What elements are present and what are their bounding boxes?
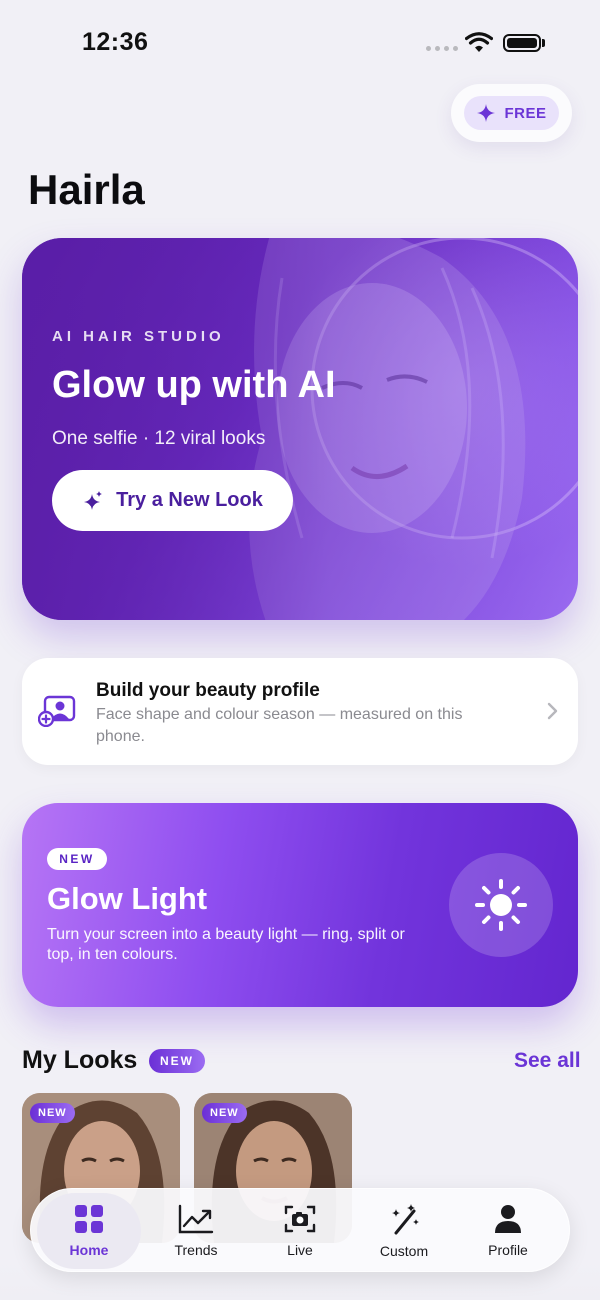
look-new-badge: NEW (202, 1103, 247, 1123)
camera-icon (284, 1205, 316, 1233)
try-new-look-label: Try a New Look (116, 489, 263, 511)
my-looks-new-badge: NEW (149, 1049, 205, 1073)
battery-icon (503, 34, 541, 52)
my-looks-title: My Looks (22, 1046, 138, 1074)
chevron-right-icon (547, 702, 558, 720)
cellular-signal-icon (426, 46, 458, 51)
sparkles-icon (84, 490, 103, 510)
app-title: Hairla (28, 166, 145, 213)
wifi-icon (465, 32, 493, 52)
glow-light-title: Glow Light (47, 881, 208, 916)
tab-home[interactable]: Home (37, 1193, 141, 1269)
free-pill: FREE (464, 96, 559, 130)
tab-live-label: Live (287, 1242, 313, 1258)
grid-icon (75, 1205, 103, 1233)
free-plan-button[interactable]: FREE (451, 84, 572, 142)
sparkle-icon (477, 104, 496, 122)
tab-bar: Home Trends Live Custom Profile (30, 1188, 570, 1272)
hero-eyebrow: AI HAIR STUDIO (52, 328, 225, 345)
tab-custom-label: Custom (379, 1243, 429, 1259)
battery-tip (542, 39, 545, 47)
status-time: 12:36 (82, 28, 149, 56)
try-new-look-button[interactable]: Try a New Look (52, 470, 293, 531)
hero-card[interactable]: AI HAIR STUDIO Glow up with AI One selfi… (22, 238, 578, 620)
glow-light-button[interactable] (449, 853, 553, 957)
tab-profile[interactable]: Profile (456, 1189, 560, 1273)
glow-light-description: Turn your screen into a beauty light — r… (47, 926, 405, 963)
home-screen: 12:36 FREE Hairla AI HAIR STUDIO Glow up… (0, 0, 600, 1300)
free-label: FREE (504, 104, 547, 122)
person-icon (495, 1205, 521, 1233)
tab-profile-label: Profile (488, 1242, 528, 1258)
magic-wand-icon (392, 1204, 419, 1235)
tab-trends[interactable]: Trends (144, 1189, 248, 1273)
sun-icon (475, 879, 527, 931)
trend-chart-icon (178, 1204, 214, 1234)
see-all-link[interactable]: See all (514, 1049, 581, 1073)
status-bar: 12:36 (0, 0, 600, 86)
look-new-badge: NEW (30, 1103, 75, 1123)
tab-custom[interactable]: Custom (352, 1189, 456, 1273)
glow-light-new-badge: NEW (47, 848, 107, 870)
hero-subtitle: One selfie · 12 viral looks (52, 428, 266, 449)
hero-title: Glow up with AI (52, 364, 336, 406)
beauty-profile-card[interactable]: Build your beauty profile Face shape and… (22, 658, 578, 765)
add-portrait-icon (38, 695, 76, 727)
glow-light-card[interactable]: NEW Glow Light Turn your screen into a b… (22, 803, 578, 1007)
beauty-profile-description: Face shape and colour season — measured … (96, 706, 463, 745)
tab-trends-label: Trends (174, 1242, 218, 1258)
tab-home-label: Home (69, 1242, 109, 1258)
beauty-profile-title: Build your beauty profile (96, 680, 320, 701)
tab-live[interactable]: Live (248, 1189, 352, 1273)
